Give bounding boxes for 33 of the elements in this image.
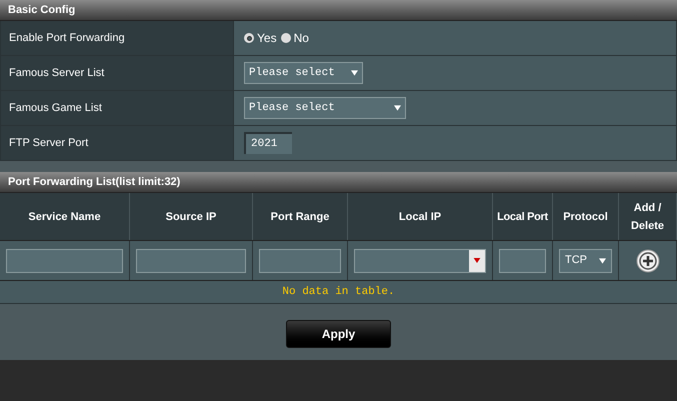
column-header: Add / Delete	[619, 193, 677, 240]
section-header: Port Forwarding List(list limit:32)	[0, 172, 677, 193]
apply-button[interactable]: Apply	[286, 320, 391, 348]
section-header: Basic Config	[0, 0, 677, 21]
field-label: FTP Server Port	[1, 126, 234, 160]
caret-icon	[599, 258, 606, 264]
caret-icon	[351, 70, 358, 76]
input-field[interactable]	[6, 248, 123, 272]
column-header: Local Port	[493, 193, 553, 240]
input-field[interactable]	[499, 248, 546, 272]
input-field[interactable]: 2021	[244, 132, 292, 154]
add-icon[interactable]	[636, 248, 660, 272]
column-header: Protocol	[553, 193, 619, 240]
dropdown[interactable]: TCP	[559, 248, 612, 272]
column-header: Service Name	[0, 193, 130, 240]
dropdown[interactable]	[354, 248, 486, 272]
dropdown[interactable]: Please select	[244, 62, 363, 84]
field-label: Famous Game List	[1, 91, 234, 125]
column-header: Port Range	[253, 193, 348, 240]
field-label: Famous Server List	[1, 56, 234, 90]
empty-table-message: No data in table.	[282, 284, 395, 300]
input-field[interactable]	[136, 248, 246, 272]
radio-button[interactable]	[280, 33, 291, 43]
caret-icon	[473, 258, 481, 263]
column-header: Local IP	[348, 193, 493, 240]
field-label: Enable Port Forwarding	[1, 21, 234, 55]
input-field[interactable]	[259, 248, 341, 272]
caret-icon	[394, 105, 401, 111]
radio-label: No	[294, 30, 309, 47]
column-header: Source IP	[130, 193, 253, 240]
radio-label: Yes	[257, 30, 277, 47]
radio-button[interactable]	[244, 33, 254, 43]
dropdown[interactable]: Please select	[244, 97, 406, 119]
